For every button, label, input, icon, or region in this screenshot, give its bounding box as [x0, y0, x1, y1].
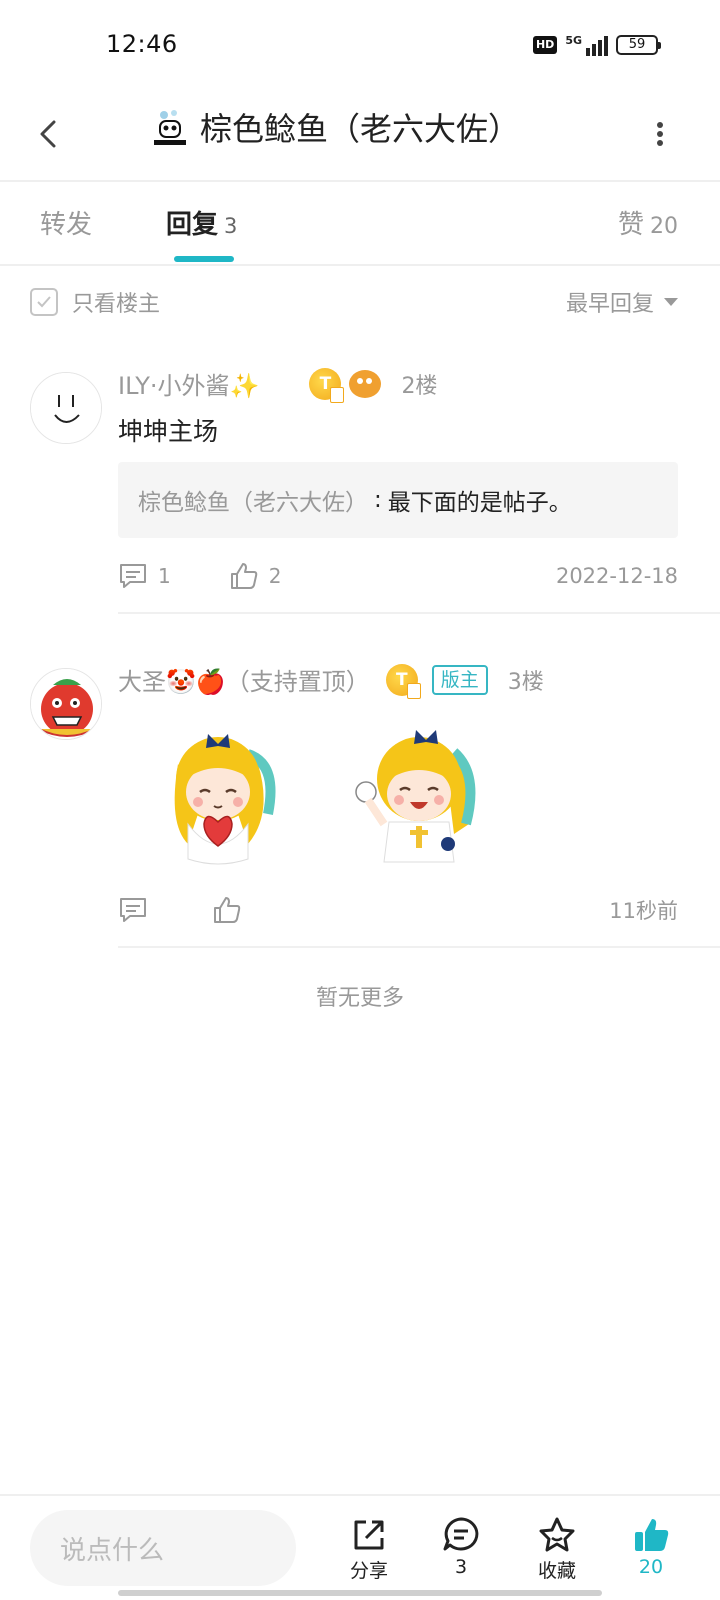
tab-forward-label: 转发: [40, 210, 93, 240]
status-time: 12:46: [106, 30, 178, 58]
title-avatar: [150, 107, 190, 147]
like-count: 2: [268, 564, 282, 588]
action-row: 11秒前: [118, 888, 678, 932]
battery-level: 59: [628, 37, 646, 52]
status-icons: HD 5G 59: [532, 34, 661, 56]
sort-label: 最早回复: [565, 292, 654, 317]
comment-input[interactable]: 说点什么: [30, 1510, 296, 1586]
comments-count: 3: [454, 1556, 468, 1578]
bottom-bar: 说点什么 分享 3 收藏 20: [0, 1496, 720, 1600]
avatar[interactable]: [30, 668, 102, 740]
divider: [118, 612, 720, 614]
user-name[interactable]: ILY·小外酱✨: [118, 366, 259, 401]
thumbs-up-icon: [214, 897, 241, 923]
sort-dropdown[interactable]: 最早回复: [566, 286, 678, 318]
share-icon: [354, 1520, 384, 1550]
filter-row: 只看楼主 最早回复: [0, 266, 720, 342]
post-like-button[interactable]: 20: [616, 1516, 686, 1578]
active-tab-indicator: [174, 256, 234, 262]
comment-input-placeholder: 说点什么: [60, 1535, 165, 1566]
chat-bubble-icon: [443, 1517, 479, 1551]
comments-button[interactable]: 3: [426, 1516, 496, 1578]
reply-item: 大圣🤡🍎（支持置顶） T 版主 3楼 11秒前: [0, 652, 720, 972]
tab-like-label: 赞: [617, 210, 644, 240]
quote-text: 最下面的是帖子。: [387, 490, 572, 516]
star-icon: [539, 1517, 575, 1552]
action-row: 1 2 2022-12-18: [118, 554, 678, 598]
favorite-label: 收藏: [537, 1560, 576, 1582]
reply-content: 坤坤主场: [118, 417, 219, 446]
reply-item: ILY·小外酱✨ T 2楼 坤坤主场 棕色鲶鱼（老六大佐） : 最下面的是帖子。…: [0, 356, 720, 626]
thumbs-up-icon: [230, 563, 257, 589]
share-label: 分享: [349, 1560, 388, 1582]
red-monster-avatar-icon: [31, 669, 101, 739]
home-indicator[interactable]: [118, 1590, 602, 1596]
pet-badge-icon: [349, 369, 382, 398]
like-button[interactable]: [212, 895, 242, 925]
only-host-toggle[interactable]: 只看楼主: [30, 286, 160, 318]
reply-time: 2022-12-18: [555, 564, 678, 588]
status-bar: 12:46 HD 5G 59: [0, 0, 720, 96]
post-author-title[interactable]: 棕色鲶鱼（老六大佐）: [150, 104, 520, 150]
tab-like-count: 20: [650, 214, 678, 239]
moderator-badge: 版主: [431, 664, 488, 695]
avatar[interactable]: [30, 372, 102, 444]
no-more-label: 暂无更多: [315, 986, 404, 1011]
post-like-count: 20: [638, 1556, 664, 1578]
comment-button[interactable]: [118, 896, 148, 924]
comment-count: 1: [158, 564, 171, 588]
level-badge-icon: T: [309, 367, 345, 403]
quote-box[interactable]: 棕色鲶鱼（老六大佐） : 最下面的是帖子。: [118, 462, 678, 538]
tab-reply[interactable]: 回复 3: [166, 204, 237, 241]
reply-time: 11秒前: [609, 899, 678, 923]
quote-separator: :: [374, 487, 382, 513]
floor-number: 3楼: [507, 669, 544, 695]
smiley-avatar-icon: [31, 373, 101, 443]
signal-icon: 5G: [565, 34, 608, 56]
title-bar: 棕色鲶鱼（老六大佐）: [0, 96, 720, 180]
tab-bar: 转发 回复 3 赞 20: [0, 182, 720, 262]
divider: [118, 946, 720, 948]
page-title: 棕色鲶鱼（老六大佐）: [200, 110, 521, 148]
hd-icon: HD: [532, 36, 558, 54]
share-button[interactable]: 分享: [334, 1516, 404, 1583]
quote-author: 棕色鲶鱼（老六大佐）: [138, 490, 368, 516]
level-badge-icon: T: [385, 663, 421, 699]
more-options-icon[interactable]: [648, 112, 672, 156]
sticker-row: [148, 704, 484, 874]
caret-down-icon: [664, 298, 678, 306]
battery-icon: 59: [616, 35, 661, 55]
thumbs-up-filled-icon: [635, 1519, 669, 1551]
tab-like[interactable]: 赞 20: [618, 204, 678, 241]
panda-avatar-icon: [150, 107, 190, 147]
comment-icon: [120, 564, 146, 588]
tab-reply-count: 3: [224, 214, 238, 238]
favorite-button[interactable]: 收藏: [522, 1516, 592, 1583]
back-icon[interactable]: [30, 114, 70, 154]
sticker-girl-heart-image[interactable]: [148, 704, 288, 874]
only-host-label: 只看楼主: [72, 292, 161, 317]
comment-icon: [120, 898, 146, 922]
floor-number: 2楼: [401, 373, 438, 399]
comment-button[interactable]: 1: [118, 562, 171, 590]
tab-forward[interactable]: 转发: [40, 204, 92, 241]
user-line: 大圣🤡🍎（支持置顶） T 版主 3楼: [118, 662, 544, 699]
user-name[interactable]: 大圣🤡🍎（支持置顶）: [118, 662, 370, 697]
checkbox-icon[interactable]: [30, 288, 58, 316]
sticker-girl-wave-image[interactable]: [344, 704, 484, 874]
user-line: ILY·小外酱✨ T 2楼: [118, 366, 438, 403]
tab-reply-label: 回复: [166, 210, 219, 240]
network-type-label: 5G: [565, 34, 582, 47]
like-button[interactable]: 2: [229, 561, 282, 591]
